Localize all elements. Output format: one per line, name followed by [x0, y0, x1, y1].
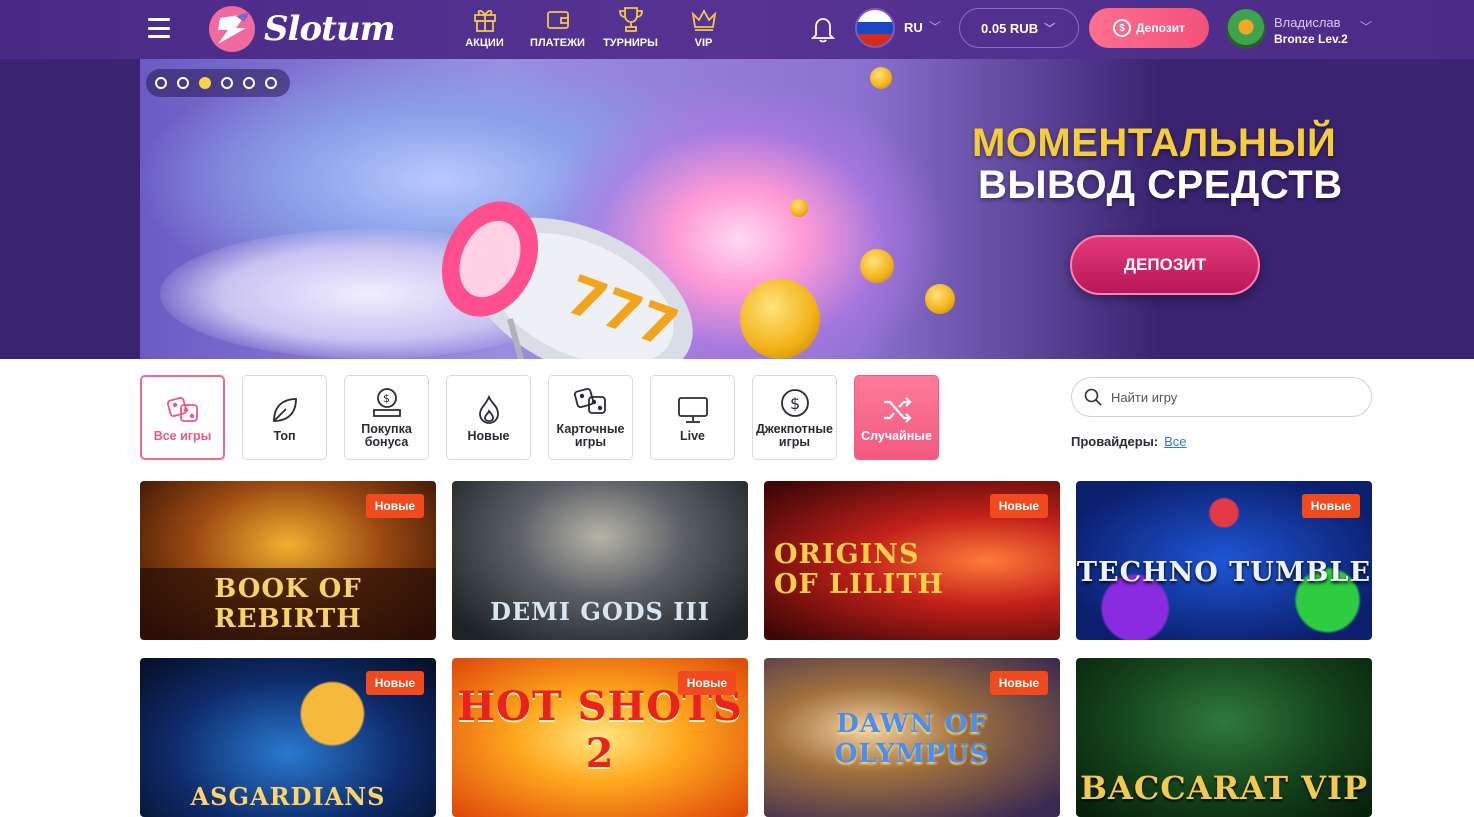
- game-tile-origins-of-lilith[interactable]: ORIGINS OF LILITH Новые: [764, 481, 1060, 640]
- flame-icon: [478, 394, 499, 424]
- menu-icon[interactable]: [148, 18, 170, 38]
- category-new[interactable]: Новые: [446, 375, 531, 460]
- providers-all-link[interactable]: Все: [1164, 434, 1186, 449]
- hero-title-line2: ВЫВОД СРЕДСТВ: [978, 163, 1343, 207]
- new-badge: Новые: [365, 671, 424, 695]
- game-title: TECHNO TUMBLE: [1076, 557, 1372, 588]
- chevron-down-icon[interactable]: ﹀: [1360, 18, 1372, 35]
- dollar-coin-icon: $: [1112, 19, 1131, 37]
- game-title: ASGARDIANS: [190, 782, 386, 811]
- slide-dot[interactable]: [221, 77, 233, 89]
- avatar[interactable]: [1226, 9, 1266, 49]
- game-tile-techno-tumble[interactable]: TECHNO TUMBLE Новые: [1076, 481, 1372, 640]
- nav-vip[interactable]: VIP: [667, 4, 740, 49]
- new-badge: Новые: [365, 494, 424, 518]
- chevron-down-icon[interactable]: ﹀: [929, 18, 941, 35]
- providers-filter: Провайдеры: Все: [1071, 434, 1187, 449]
- game-title: HOT SHOTS 2: [457, 683, 743, 777]
- game-title: ORIGINS OF LILITH: [774, 539, 944, 600]
- svg-text:$: $: [383, 392, 390, 405]
- gift-icon: [473, 9, 496, 32]
- game-title: BOOK OF REBIRTH: [140, 568, 436, 640]
- game-tile-book-of-rebirth[interactable]: BOOK OF REBIRTH Новые: [140, 481, 436, 640]
- new-badge: Новые: [1301, 494, 1360, 518]
- gold-coin-image: [860, 249, 894, 283]
- new-badge: Новые: [677, 671, 736, 695]
- cards-icon: [573, 387, 606, 414]
- top-nav: АКЦИИ ПЛАТЕЖИ ТУРНИРЫ VIP: [448, 4, 740, 49]
- game-search[interactable]: [1071, 377, 1372, 417]
- dollar-coin-icon: $: [780, 389, 809, 417]
- wallet-icon: [546, 11, 569, 29]
- providers-label: Провайдеры:: [1071, 434, 1159, 449]
- game-tile-baccarat-vip[interactable]: BACCARAT VIP: [1076, 658, 1372, 817]
- gold-coin-image: [740, 279, 820, 359]
- balance-value: 0.05 RUB: [981, 20, 1039, 36]
- nav-tournaments[interactable]: ТУРНИРЫ: [594, 4, 667, 49]
- crown-icon: [691, 9, 716, 31]
- slide-dot-active[interactable]: [199, 77, 211, 89]
- leaf-icon: [272, 397, 297, 422]
- game-title: DEMI GODS III: [490, 597, 710, 626]
- category-random[interactable]: Случайные: [854, 375, 939, 460]
- slide-dot[interactable]: [155, 77, 167, 89]
- category-jackpot-games[interactable]: $ Джекпотные игры: [752, 375, 837, 460]
- top-header: Slotum АКЦИИ ПЛАТЕЖИ ТУРНИРЫ VIP RU ﹀ 0.…: [0, 0, 1474, 59]
- nav-payments[interactable]: ПЛАТЕЖИ: [521, 4, 594, 49]
- gold-coin-image: [925, 284, 955, 314]
- new-badge: Новые: [989, 671, 1048, 695]
- trophy-icon: [618, 7, 643, 32]
- game-title: BACCARAT VIP: [1079, 769, 1369, 807]
- slotum-logo-icon: [209, 6, 255, 52]
- logo-text: Slotum: [264, 9, 396, 49]
- new-badge: Новые: [989, 494, 1048, 518]
- flag-ru-icon[interactable]: [855, 8, 895, 48]
- category-top[interactable]: Топ: [242, 375, 327, 460]
- game-tile-demi-gods-3[interactable]: DEMI GODS III: [452, 481, 748, 640]
- nav-promotions[interactable]: АКЦИИ: [448, 4, 521, 49]
- game-tile-dawn-of-olympus[interactable]: DAWN OF OLYMPUS Новые: [764, 658, 1060, 817]
- hero-banner[interactable]: 777 МОМЕНТАЛЬНЫЙ ВЫВОД СРЕДСТВ ДЕПОЗИТ: [0, 59, 1474, 359]
- category-all-games[interactable]: Все игры: [140, 375, 225, 460]
- language-selector[interactable]: RU: [904, 20, 923, 35]
- logo[interactable]: Slotum: [206, 4, 396, 54]
- game-title: DAWN OF OLYMPUS: [834, 709, 990, 769]
- hero-deposit-button[interactable]: ДЕПОЗИТ: [1070, 235, 1260, 295]
- bell-icon[interactable]: [810, 15, 836, 43]
- shuffle-icon: [883, 396, 912, 423]
- hero-title-line1: МОМЕНТАЛЬНЫЙ: [972, 121, 1337, 165]
- category-bonus-buy[interactable]: $ Покупка бонуса: [344, 375, 429, 460]
- svg-text:$: $: [790, 394, 800, 413]
- user-level: Bronze Lev.2: [1274, 32, 1348, 46]
- category-card-games[interactable]: Карточные игры: [548, 375, 633, 460]
- deposit-button[interactable]: $ Депозит: [1089, 8, 1209, 48]
- slide-dot[interactable]: [243, 77, 255, 89]
- dice-icon: [166, 396, 198, 422]
- balance-selector[interactable]: 0.05 RUB ﹀: [959, 8, 1079, 48]
- slider-pagination: [146, 69, 290, 97]
- user-name[interactable]: Владислав: [1274, 15, 1341, 30]
- category-live[interactable]: Live: [650, 375, 735, 460]
- gold-coin-image: [790, 199, 808, 217]
- gold-coin-image: [870, 67, 892, 89]
- game-tile-asgardians[interactable]: ASGARDIANS Новые: [140, 658, 436, 817]
- monitor-icon: [677, 396, 708, 423]
- search-icon: [1084, 388, 1102, 406]
- bonus-coin-icon: $: [372, 388, 401, 417]
- slide-dot[interactable]: [177, 77, 189, 89]
- slide-dot[interactable]: [265, 77, 277, 89]
- chevron-down-icon: ﹀: [1044, 23, 1056, 35]
- game-tile-hot-shots-2[interactable]: HOT SHOTS 2 Новые: [452, 658, 748, 817]
- search-input[interactable]: [1111, 389, 1361, 405]
- slot-rocket-illustration: 777: [441, 201, 693, 359]
